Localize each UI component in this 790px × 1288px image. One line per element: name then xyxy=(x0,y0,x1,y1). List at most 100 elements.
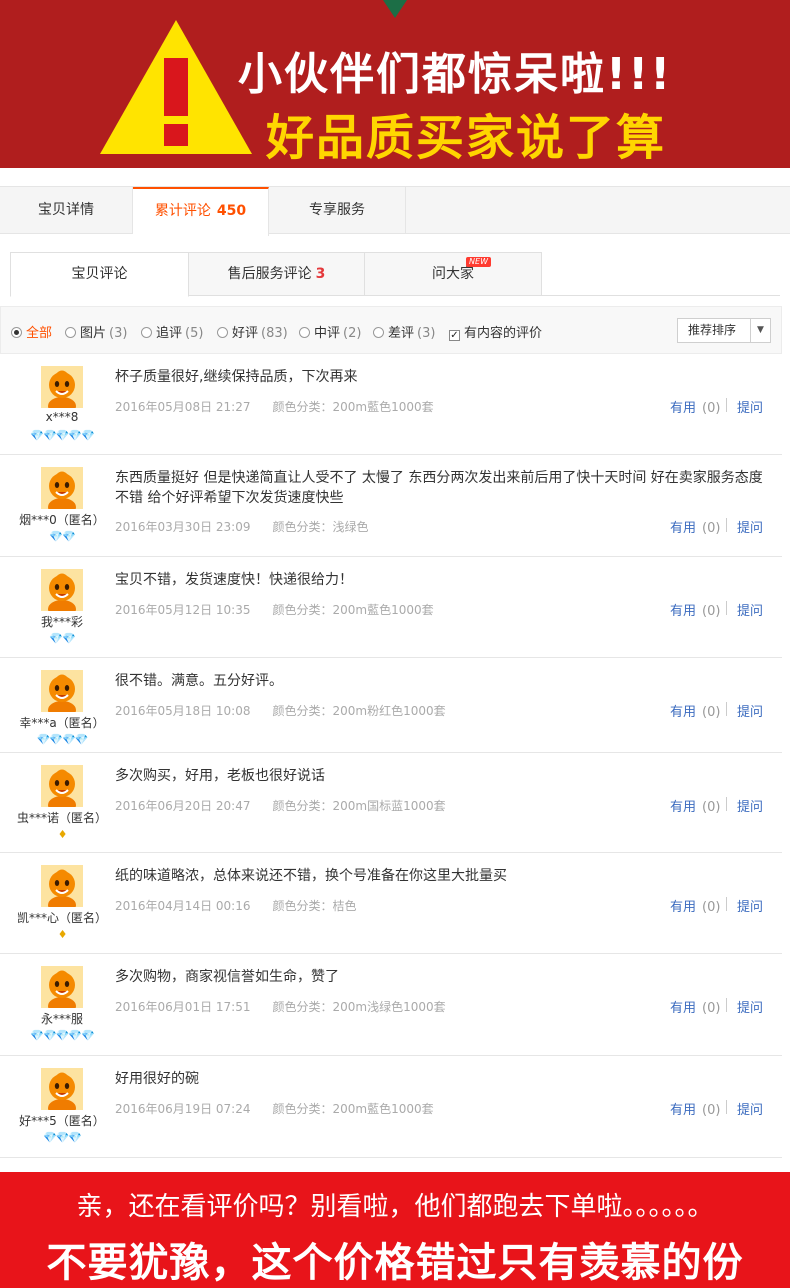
tab-reviews[interactable]: 累计评论 450 xyxy=(133,187,269,236)
review-sku: 颜色分类：200m浅绿色1000套 xyxy=(272,1000,446,1014)
main-tabs: 宝贝详情 累计评论 450 专享服务 xyxy=(0,186,790,236)
review-meta: 2016年05月08日 21:27 颜色分类：200m藍色1000套 xyxy=(115,398,434,415)
divider xyxy=(726,1100,727,1114)
divider xyxy=(726,518,727,532)
radio-selected-icon xyxy=(11,327,22,338)
review-item: 烟***0（匿名） 💎💎 东西质量挺好 但是快递简直让人受不了 太慢了 东西分两次发… xyxy=(0,455,782,557)
useful-button[interactable]: 有用 (0) xyxy=(670,397,720,416)
useful-count: (0) xyxy=(702,521,721,536)
filter-positive[interactable]: 好评 (83) xyxy=(217,322,288,341)
review-date: 2016年05月12日 10:35 xyxy=(115,603,251,617)
review-sku: 颜色分类：桔色 xyxy=(272,899,357,913)
buyer-rank-icon: 💎💎💎💎💎 xyxy=(30,429,94,442)
useful-count: (0) xyxy=(702,1001,721,1016)
useful-button[interactable]: 有用 (0) xyxy=(670,600,720,619)
tab-services[interactable]: 专享服务 xyxy=(269,187,406,234)
avatar[interactable] xyxy=(41,569,83,611)
review-text: 纸的味道略浓，总体来说还不错，换个号准备在你这里大批量买 xyxy=(115,868,507,884)
sort-dropdown[interactable]: 推荐排序 ▼ xyxy=(677,318,771,343)
bottom-banner: 亲，还在看评价吗？别看啦，他们都跑去下单啦。。。。。。 不要犹豫，这个价格错过只… xyxy=(0,1172,790,1288)
ask-button[interactable]: 提问 xyxy=(737,701,763,720)
avatar[interactable] xyxy=(41,670,83,712)
useful-button[interactable]: 有用 (0) xyxy=(670,796,720,815)
filter-bar: 全部 图片 (3) 追评 (5) 好评 (83) 中评 (2) 差评 (3) ✓ 有内容的评… xyxy=(0,306,782,354)
banner-notch xyxy=(383,0,407,18)
buyer-rank-icon: 💎💎 xyxy=(49,530,75,543)
review-text: 东西质量挺好 但是快递简直让人受不了 太慢了 东西分两次发出来前后用了快十天时间… xyxy=(115,470,763,506)
review-sku: 颜色分类：200m粉红色1000套 xyxy=(272,704,446,718)
avatar[interactable] xyxy=(41,1068,83,1110)
avatar[interactable] xyxy=(41,865,83,907)
review-sku: 颜色分类：200m国标蓝1000套 xyxy=(272,799,446,813)
useful-button[interactable]: 有用 (0) xyxy=(670,997,720,1016)
review-meta: 2016年06月01日 17:51 颜色分类：200m浅绿色1000套 xyxy=(115,998,446,1015)
subtab-ask-everyone[interactable]: 问大家 NEW xyxy=(364,252,542,296)
checkbox-checked-icon: ✓ xyxy=(449,330,460,341)
buyer-rank-icon: 💎💎💎 xyxy=(42,1131,82,1144)
radio-icon xyxy=(141,327,152,338)
reviewer-name: 我***彩 xyxy=(40,615,83,629)
review-date: 2016年06月19日 07:24 xyxy=(115,1102,251,1116)
buyer-rank-icon: 💎💎 xyxy=(49,632,75,645)
sort-label: 推荐排序 xyxy=(688,323,737,337)
review-text: 宝贝不错，发货速度快！快递很给力！ xyxy=(115,572,353,588)
divider xyxy=(726,601,727,615)
ask-button[interactable]: 提问 xyxy=(737,397,763,416)
buyer-rank-icon: ♦ xyxy=(57,828,68,841)
useful-count: (0) xyxy=(702,900,721,915)
avatar[interactable] xyxy=(41,467,83,509)
review-item: 好***5（匿名） 💎💎💎 好用很好的碗 2016年06月19日 07:24 颜色分类：… xyxy=(0,1056,782,1158)
footer-line1: 亲，还在看评价吗？别看啦，他们都跑去下单啦。。。。。。 xyxy=(76,1192,714,1222)
top-banner: 小伙伴们都惊呆啦!!! 好品质买家说了算 xyxy=(0,0,790,168)
buyer-rank-icon: ♦ xyxy=(57,928,68,941)
reviewer-name: 幸***a（匿名） xyxy=(19,716,105,730)
useful-button[interactable]: 有用 (0) xyxy=(670,896,720,915)
ask-button[interactable]: 提问 xyxy=(737,896,763,915)
new-badge: NEW xyxy=(466,257,491,267)
filter-content-only[interactable]: ✓ 有内容的评价 xyxy=(449,322,542,341)
review-meta: 2016年06月20日 20:47 颜色分类：200m国标蓝1000套 xyxy=(115,797,446,814)
subtab-product-reviews[interactable]: 宝贝评论 xyxy=(10,252,189,297)
divider xyxy=(726,797,727,811)
useful-button[interactable]: 有用 (0) xyxy=(670,517,720,536)
filter-images[interactable]: 图片 (3) xyxy=(65,322,127,341)
useful-count: (0) xyxy=(702,705,721,720)
buyer-rank-icon: 💎💎💎💎💎 xyxy=(30,1029,94,1042)
ask-button[interactable]: 提问 xyxy=(737,517,763,536)
useful-button[interactable]: 有用 (0) xyxy=(670,1099,720,1118)
review-text: 多次购买，好用，老板也很好说话 xyxy=(115,768,325,784)
avatar[interactable] xyxy=(41,366,83,408)
review-meta: 2016年04月14日 00:16 颜色分类：桔色 xyxy=(115,897,357,914)
useful-button[interactable]: 有用 (0) xyxy=(670,701,720,720)
review-item: 永***服 💎💎💎💎💎 多次购物，商家视信誉如生命，赞了 2016年06月01日 17… xyxy=(0,954,782,1056)
filter-followup[interactable]: 追评 (5) xyxy=(141,322,203,341)
ask-button[interactable]: 提问 xyxy=(737,796,763,815)
ask-button[interactable]: 提问 xyxy=(737,600,763,619)
tab-product-details[interactable]: 宝贝详情 xyxy=(0,187,133,234)
review-text: 好用很好的碗 xyxy=(115,1071,199,1087)
subtab-after-sales-reviews[interactable]: 售后服务评论 3 xyxy=(188,252,365,296)
sub-tabs: 宝贝评论 售后服务评论 3 问大家 NEW xyxy=(10,252,780,297)
useful-count: (0) xyxy=(702,604,721,619)
review-sku: 颜色分类：200m藍色1000套 xyxy=(272,400,434,414)
review-text: 很不错。满意。五分好评。 xyxy=(115,673,283,689)
reviewer-name: 凯***心（匿名） xyxy=(16,911,107,925)
avatar[interactable] xyxy=(41,966,83,1008)
ask-button[interactable]: 提问 xyxy=(737,997,763,1016)
divider xyxy=(726,398,727,412)
radio-icon xyxy=(217,327,228,338)
review-date: 2016年06月01日 17:51 xyxy=(115,1000,251,1014)
avatar[interactable] xyxy=(41,765,83,807)
divider xyxy=(726,702,727,716)
reviewer-name: 好***5（匿名） xyxy=(19,1114,105,1128)
review-date: 2016年04月14日 00:16 xyxy=(115,899,251,913)
review-item: 凯***心（匿名） ♦ 纸的味道略浓，总体来说还不错，换个号准备在你这里大批量买 20… xyxy=(0,853,782,954)
divider xyxy=(726,998,727,1012)
radio-icon xyxy=(65,327,76,338)
filter-negative[interactable]: 差评 (3) xyxy=(373,322,435,341)
filter-all[interactable]: 全部 xyxy=(11,322,52,341)
review-sku: 颜色分类：200m藍色1000套 xyxy=(272,603,434,617)
ask-button[interactable]: 提问 xyxy=(737,1099,763,1118)
review-text: 杯子质量很好,继续保持品质，下次再来 xyxy=(115,369,358,385)
filter-neutral[interactable]: 中评 (2) xyxy=(299,322,361,341)
